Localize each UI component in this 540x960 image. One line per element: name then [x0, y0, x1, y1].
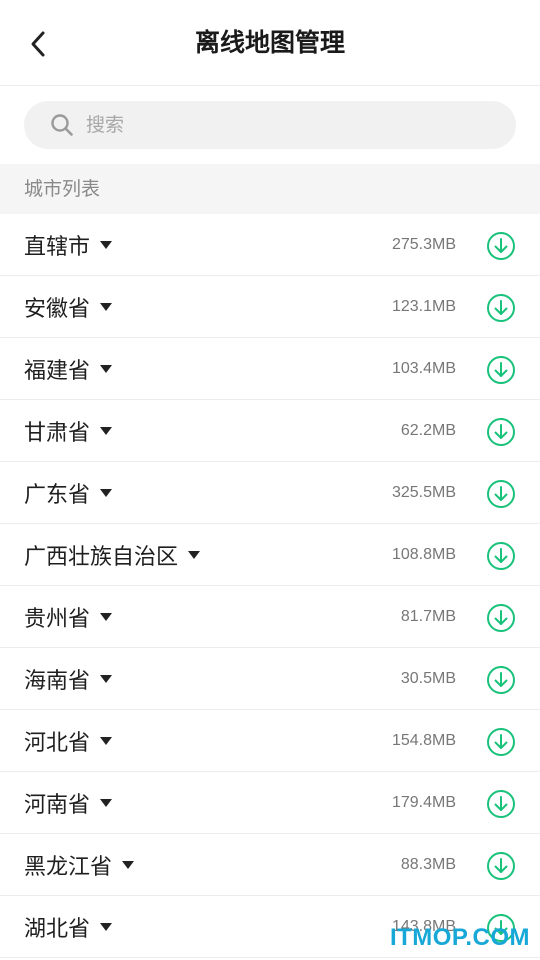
caret-down-icon[interactable] [100, 673, 113, 685]
city-name: 海南省 [24, 669, 91, 694]
download-icon[interactable] [485, 230, 516, 261]
download-icon[interactable] [485, 726, 516, 757]
caret-down-icon[interactable] [100, 301, 113, 313]
city-size: 62.2MB [400, 422, 456, 439]
search-input[interactable] [86, 114, 466, 136]
city-size: 154.8MB [391, 732, 456, 749]
city-name: 河南省 [24, 793, 91, 818]
city-name: 湖北省 [24, 917, 91, 942]
page-title: 离线地图管理 [194, 28, 345, 57]
city-name: 直辖市 [24, 235, 91, 260]
download-icon[interactable] [485, 416, 516, 447]
city-name-group[interactable]: 贵州省 [24, 586, 113, 648]
download-icon[interactable] [485, 602, 516, 633]
city-name: 广西壮族自治区 [24, 545, 179, 570]
city-row[interactable]: 安徽省 123.1MB [0, 276, 540, 338]
city-name: 福建省 [24, 359, 91, 384]
city-name-group[interactable]: 甘肃省 [24, 400, 113, 462]
download-icon[interactable] [485, 478, 516, 509]
caret-down-icon[interactable] [122, 859, 135, 871]
search-section [0, 86, 540, 164]
section-header: 城市列表 [0, 164, 540, 214]
download-icon[interactable] [485, 292, 516, 323]
city-row[interactable]: 河北省 154.8MB [0, 710, 540, 772]
caret-down-icon[interactable] [188, 549, 201, 561]
download-icon[interactable] [485, 850, 516, 881]
city-name-group[interactable]: 黑龙江省 [24, 834, 135, 896]
city-name-group[interactable]: 直辖市 [24, 214, 113, 276]
download-icon[interactable] [485, 664, 516, 695]
download-icon[interactable] [485, 788, 516, 819]
city-name: 广东省 [24, 483, 91, 508]
back-button[interactable] [18, 24, 58, 64]
city-name-group[interactable]: 广东省 [24, 462, 113, 524]
city-row[interactable]: 甘肃省 62.2MB [0, 400, 540, 462]
caret-down-icon[interactable] [100, 363, 113, 375]
top-bar: 离线地图管理 [0, 0, 540, 86]
search-bar[interactable] [24, 101, 516, 149]
city-size: 275.3MB [391, 236, 456, 253]
city-row[interactable]: 黑龙江省 88.3MB [0, 834, 540, 896]
city-size: 30.5MB [400, 670, 456, 687]
city-size: 81.7MB [400, 608, 456, 625]
city-name: 黑龙江省 [24, 855, 113, 880]
watermark: ITMOP.COM [389, 924, 530, 951]
city-size: 123.1MB [391, 298, 456, 315]
city-name-group[interactable]: 广西壮族自治区 [24, 524, 201, 586]
caret-down-icon[interactable] [100, 239, 113, 251]
city-name: 甘肃省 [24, 421, 91, 446]
city-row[interactable]: 海南省 30.5MB [0, 648, 540, 710]
download-icon[interactable] [485, 354, 516, 385]
chevron-left-icon [31, 31, 45, 57]
city-name-group[interactable]: 安徽省 [24, 276, 113, 338]
search-icon [50, 113, 74, 137]
city-name-group[interactable]: 湖北省 [24, 896, 113, 958]
section-label: 城市列表 [24, 178, 101, 200]
city-row[interactable]: 河南省 179.4MB [0, 772, 540, 834]
caret-down-icon[interactable] [100, 735, 113, 747]
caret-down-icon[interactable] [100, 487, 113, 499]
city-row[interactable]: 广西壮族自治区 108.8MB [0, 524, 540, 586]
city-size: 108.8MB [391, 546, 456, 563]
city-name: 河北省 [24, 731, 91, 756]
city-list: 直辖市 275.3MB 安徽省 123.1MB 福建省 103.4MB 甘肃省 62.2MB 广… [0, 214, 540, 960]
caret-down-icon[interactable] [100, 797, 113, 809]
city-row[interactable]: 福建省 103.4MB [0, 338, 540, 400]
download-icon[interactable] [485, 540, 516, 571]
caret-down-icon[interactable] [100, 921, 113, 933]
city-name-group[interactable]: 河北省 [24, 710, 113, 772]
city-name-group[interactable]: 河南省 [24, 772, 113, 834]
city-name: 贵州省 [24, 607, 91, 632]
city-row[interactable]: 贵州省 81.7MB [0, 586, 540, 648]
city-size: 179.4MB [391, 794, 456, 811]
city-name-group[interactable]: 海南省 [24, 648, 113, 710]
city-name: 安徽省 [24, 297, 91, 322]
city-size: 88.3MB [400, 856, 456, 873]
city-name-group[interactable]: 福建省 [24, 338, 113, 400]
caret-down-icon[interactable] [100, 611, 113, 623]
city-size: 103.4MB [391, 360, 456, 377]
city-row[interactable]: 广东省 325.5MB [0, 462, 540, 524]
city-row[interactable]: 直辖市 275.3MB [0, 214, 540, 276]
caret-down-icon[interactable] [100, 425, 113, 437]
city-size: 325.5MB [391, 484, 456, 501]
